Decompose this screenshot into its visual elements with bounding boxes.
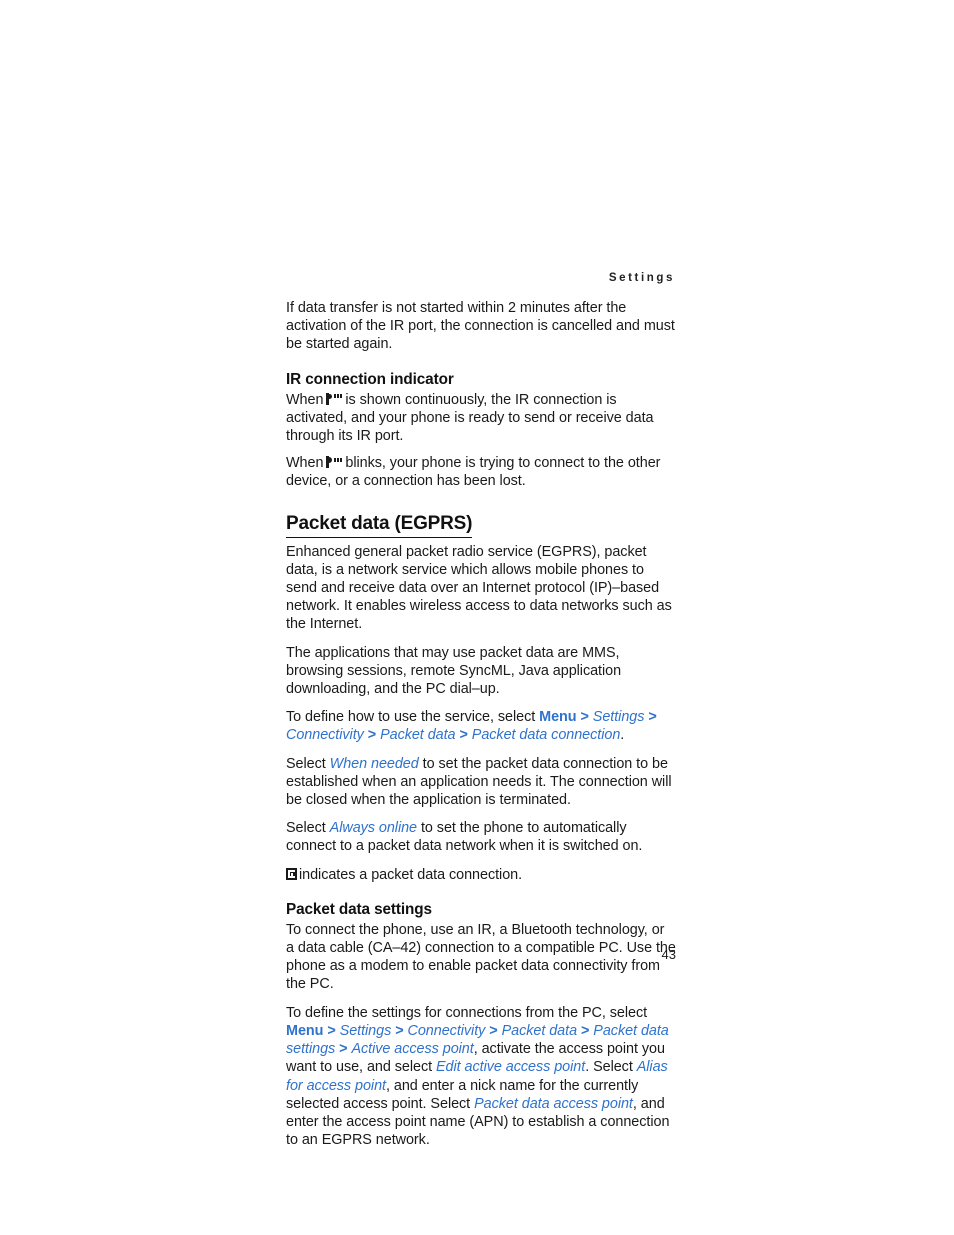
always-online-paragraph: Select Always online to set the phone to… — [286, 819, 676, 855]
menu-path-paragraph-1: To define how to use the service, select… — [286, 708, 676, 744]
when-needed-term: When needed — [329, 755, 419, 772]
ir-indicator-icon — [326, 392, 343, 405]
heading-packet-data-settings: Packet data settings — [286, 900, 432, 918]
path-separator: > — [648, 709, 657, 726]
path1-trail: . — [620, 727, 625, 744]
path2-item-connectivity: Connectivity — [407, 1022, 486, 1039]
heading-packet-data-egprs: Packet data (EGPRS) — [286, 512, 676, 538]
path1-item-packet-data: Packet data — [380, 727, 456, 744]
ir-para1-lead: When — [286, 391, 324, 408]
path2-menu: Menu — [286, 1022, 324, 1039]
gprs-indicator-icon — [286, 868, 297, 881]
path2-item-settings: Settings — [339, 1022, 392, 1039]
packet-data-paragraph-1: Enhanced general packet radio service (E… — [286, 543, 672, 633]
path2-lead: To define the settings for connections f… — [286, 1004, 648, 1021]
when-needed-lead: Select — [286, 755, 326, 772]
when-needed-paragraph: Select When needed to set the packet dat… — [286, 755, 676, 810]
path1-item-settings: Settings — [592, 709, 645, 726]
page-number: 43 — [661, 947, 676, 962]
gprs-indicator-paragraph: indicates a packet data connection. — [286, 866, 676, 884]
path-separator: > — [580, 709, 589, 726]
path1-lead: To define how to use the service, select — [286, 709, 536, 726]
path1-item-connectivity: Connectivity — [286, 727, 364, 744]
ir-para2-lead: When — [286, 455, 324, 472]
path2-item-active-access-point: Active access point — [351, 1041, 474, 1058]
path1-item-packet-data-connection: Packet data connection — [471, 727, 621, 744]
packet-data-paragraph-2: The applications that may use packet dat… — [286, 644, 622, 698]
ir-paragraph-2: When blinks, your phone is trying to conn… — [286, 454, 676, 490]
text-column: If data transfer is not started within 2… — [286, 299, 676, 1159]
intro-paragraph: If data transfer is not started within 2… — [286, 300, 675, 353]
menu-path-paragraph-2: To define the settings for connections f… — [286, 1004, 676, 1150]
running-head: Settings — [608, 272, 675, 284]
path-separator: > — [327, 1022, 336, 1039]
manual-page: Settings If data transfer is not started… — [0, 0, 954, 1235]
path-separator: > — [367, 727, 377, 744]
path2-item-packet-data-access-point: Packet data access point — [474, 1095, 633, 1112]
path-separator: > — [395, 1022, 404, 1039]
path2-mid-2: . Select — [585, 1059, 633, 1076]
always-online-term: Always online — [329, 820, 417, 837]
path2-item-packet-data: Packet data — [501, 1022, 578, 1039]
heading-ir-connection-indicator: IR connection indicator — [286, 370, 454, 388]
path2-item-edit-active-access-point: Edit active access point — [436, 1059, 586, 1076]
path-separator: > — [339, 1041, 348, 1058]
path-separator: > — [489, 1022, 498, 1039]
always-online-lead: Select — [286, 820, 326, 837]
path-separator: > — [580, 1022, 590, 1039]
path-separator: > — [459, 727, 468, 744]
heading-packet-data-egprs-text: Packet data (EGPRS) — [286, 512, 472, 538]
gprs-indicator-text: indicates a packet data connection. — [299, 866, 523, 883]
path1-menu: Menu — [539, 709, 577, 726]
ir-indicator-icon — [326, 456, 343, 469]
ir-paragraph-1: When is shown continuously, the IR connec… — [286, 391, 676, 446]
